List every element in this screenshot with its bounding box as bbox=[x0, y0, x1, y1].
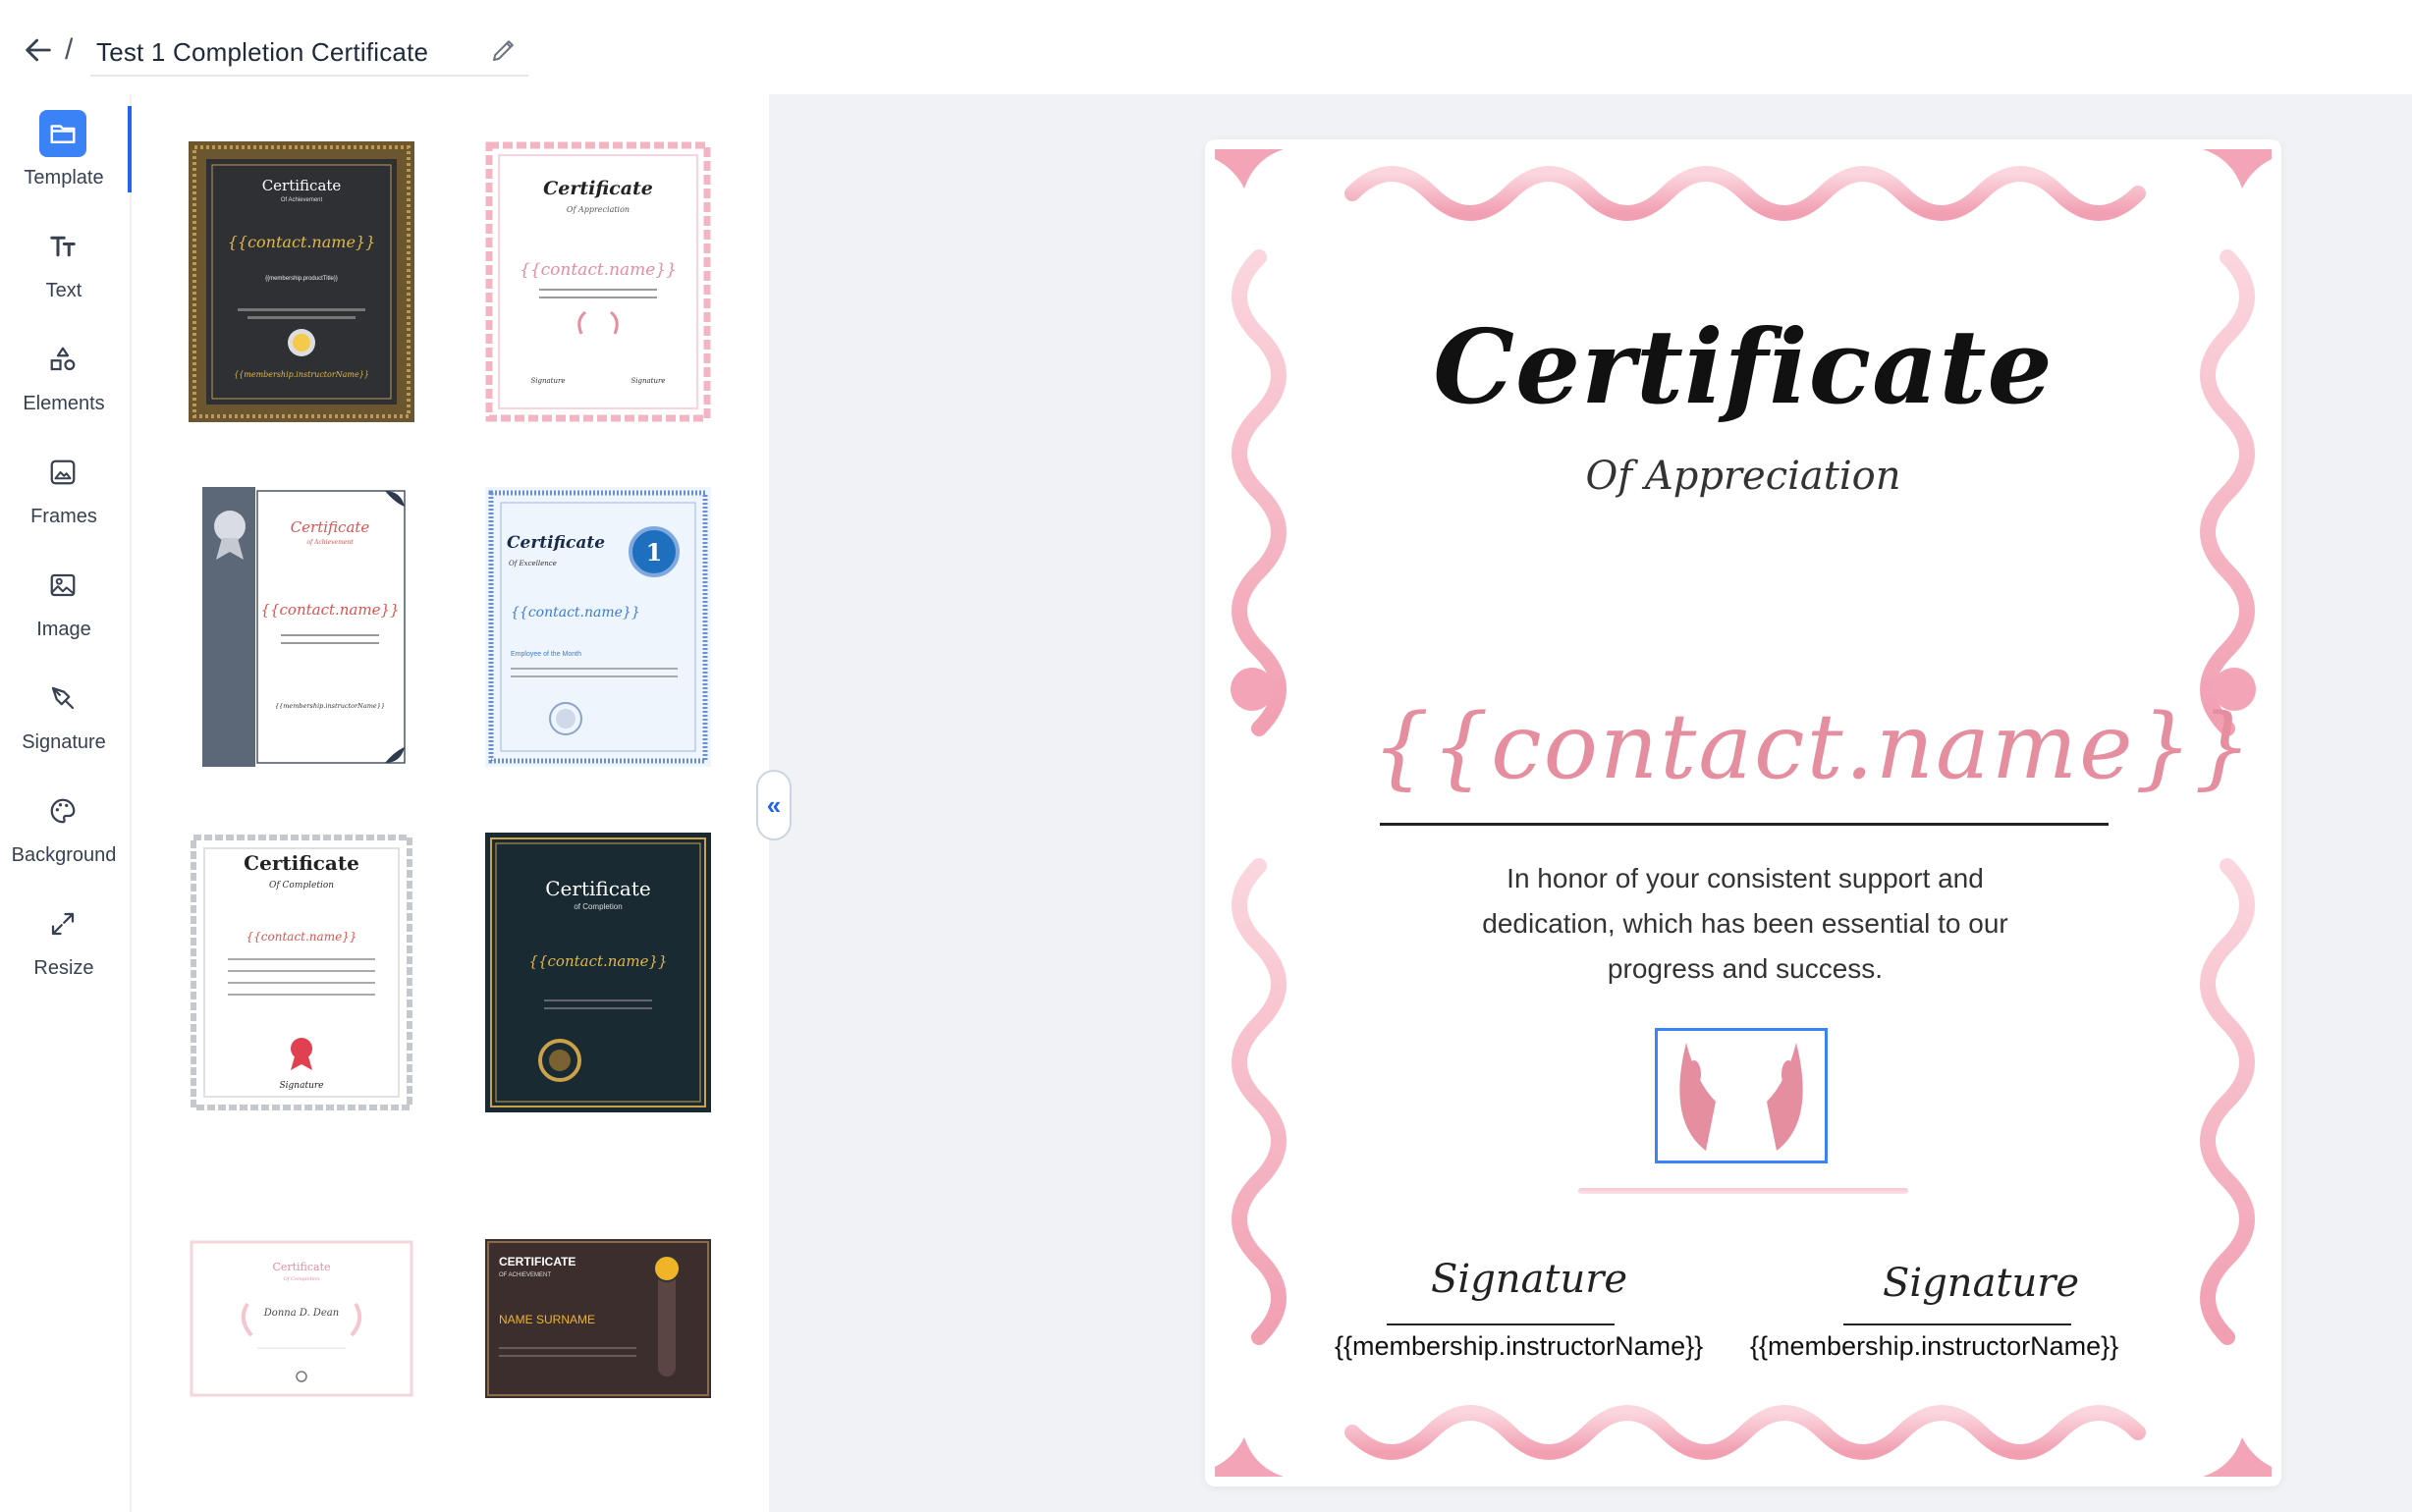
template-title: Certificate bbox=[272, 1261, 330, 1273]
signature-script-left[interactable]: Signature bbox=[1431, 1257, 1627, 1302]
template-subtitle: OF ACHIEVEMENT bbox=[499, 1272, 551, 1278]
template-sig: Signature bbox=[530, 377, 565, 385]
title-field[interactable]: Test 1 Completion Certificate bbox=[90, 27, 528, 77]
sidebar-item-label: Resize bbox=[33, 957, 94, 979]
template-sig: Signature bbox=[279, 1081, 323, 1091]
template-subtitle: of Completion bbox=[574, 902, 622, 911]
sidebar-item-resize[interactable]: Resize bbox=[0, 900, 128, 1002]
sidebar-item-label: Image bbox=[36, 619, 91, 640]
template-subtitle: Of Completion bbox=[269, 881, 334, 891]
template-sig: Signature bbox=[630, 377, 665, 385]
template-name: {{contact.name}} bbox=[228, 233, 376, 251]
template-title: Certificate bbox=[507, 533, 605, 553]
template-name: {{contact.name}} bbox=[511, 605, 640, 621]
sidebar-item-label: Signature bbox=[22, 731, 106, 753]
template-name: {{contact.name}} bbox=[520, 260, 677, 280]
template-signer: {{membership.instructorName}} bbox=[234, 370, 369, 379]
template-name: {{contact.name}} bbox=[247, 930, 357, 944]
template-title: Certificate bbox=[262, 177, 342, 194]
template-thumbnail[interactable]: Certificate Of Appreciation {{contact.na… bbox=[485, 141, 711, 422]
sidebar-item-label: Elements bbox=[23, 393, 105, 414]
signature-name-left[interactable]: {{membership.instructorName}} bbox=[1335, 1331, 1703, 1362]
breadcrumb-separator: / bbox=[65, 33, 74, 66]
tool-sidebar: Template Text Elements Frames Image Sign… bbox=[0, 94, 132, 1512]
signature-name-right[interactable]: {{membership.instructorName}} bbox=[1750, 1331, 2118, 1362]
template-thumbnail[interactable]: Certificate of Completion {{contact.name… bbox=[485, 833, 711, 1112]
active-indicator bbox=[128, 106, 132, 192]
template-name: {{contact.name}} bbox=[528, 952, 667, 970]
template-title: Certificate bbox=[291, 518, 370, 536]
certificate-title[interactable]: Certificate bbox=[1205, 306, 2281, 427]
edit-pencil-icon[interactable] bbox=[489, 35, 522, 69]
template-subtitle: Of Completion bbox=[284, 1276, 320, 1282]
template-title: Certificate bbox=[244, 851, 359, 875]
sidebar-item-label: Background bbox=[11, 844, 117, 866]
sidebar-item-label: Template bbox=[24, 167, 104, 189]
double-chevron-left-icon: « bbox=[766, 789, 782, 820]
template-signer: {{membership.instructorName}} bbox=[275, 702, 385, 710]
certificate-body-text[interactable]: In honor of your consistent support and … bbox=[1441, 856, 2050, 992]
template-subtitle: of Achievement bbox=[306, 539, 354, 546]
template-name: {{contact.name}} bbox=[260, 601, 399, 619]
top-bar: / Test 1 Completion Certificate bbox=[0, 0, 2412, 94]
collapse-panel-button[interactable]: « bbox=[756, 770, 792, 840]
app-root: / Test 1 Completion Certificate Template… bbox=[0, 0, 2412, 1512]
template-title: Certificate bbox=[545, 877, 650, 900]
name-underline bbox=[1380, 823, 2109, 826]
template-thumbnail[interactable]: Certificate of Achievement {{contact.nam… bbox=[202, 487, 409, 767]
sidebar-item-elements[interactable]: Elements bbox=[0, 336, 128, 438]
signature-line-right bbox=[1843, 1323, 2071, 1325]
folder-icon bbox=[39, 110, 86, 157]
text-size-icon bbox=[39, 223, 86, 270]
sidebar-item-text[interactable]: Text bbox=[0, 223, 128, 325]
template-title: Certificate bbox=[543, 178, 653, 199]
page-title[interactable]: Test 1 Completion Certificate bbox=[96, 37, 428, 68]
sidebar-item-image[interactable]: Image bbox=[0, 562, 128, 664]
back-arrow-icon[interactable] bbox=[22, 33, 55, 67]
signature-line-left bbox=[1387, 1323, 1615, 1325]
certificate-recipient-name[interactable]: {{contact.name}} bbox=[1372, 694, 2252, 799]
sidebar-item-background[interactable]: Background bbox=[0, 787, 128, 890]
resize-icon bbox=[39, 900, 86, 947]
template-thumbnail[interactable]: Certificate Of Excellence 1 {{contact.na… bbox=[485, 487, 711, 767]
template-subtitle: Of Appreciation bbox=[567, 205, 630, 214]
sidebar-item-template[interactable]: Template bbox=[0, 110, 128, 212]
certificate-subtitle[interactable]: Of Appreciation bbox=[1205, 454, 2281, 499]
decorative-divider bbox=[1578, 1188, 1908, 1194]
template-thumbnail[interactable]: Certificate Of Completion {{contact.name… bbox=[189, 833, 414, 1112]
template-thumbnail[interactable]: Certificate Of Achievement {{contact.nam… bbox=[189, 141, 414, 422]
sidebar-item-label: Frames bbox=[30, 506, 97, 527]
certificate-canvas[interactable]: Certificate Of Appreciation {{contact.na… bbox=[1205, 139, 2281, 1486]
sidebar-item-frames[interactable]: Frames bbox=[0, 449, 128, 551]
template-line: Employee of the Month bbox=[511, 651, 581, 658]
template-thumbnail[interactable]: Certificate Of Completion Donna D. Dean bbox=[189, 1239, 414, 1398]
template-subtitle: Of Achievement bbox=[281, 197, 323, 203]
template-name: Donna D. Dean bbox=[263, 1308, 339, 1319]
laurel-image-selected[interactable] bbox=[1655, 1028, 1828, 1163]
sidebar-item-signature[interactable]: Signature bbox=[0, 675, 128, 777]
template-badge: 1 bbox=[646, 538, 663, 567]
palette-icon bbox=[39, 787, 86, 835]
template-field: {{membership.productTitle}} bbox=[265, 276, 338, 282]
sidebar-item-label: Text bbox=[45, 280, 82, 301]
image-icon bbox=[39, 562, 86, 609]
signature-script-right[interactable]: Signature bbox=[1883, 1261, 2079, 1306]
template-subtitle: Of Excellence bbox=[509, 560, 557, 567]
template-name: NAME SURNAME bbox=[499, 1313, 595, 1326]
template-panel: Certificate Of Achievement {{contact.nam… bbox=[134, 94, 769, 1512]
template-thumbnail[interactable]: CERTIFICATE OF ACHIEVEMENT NAME SURNAME bbox=[485, 1239, 711, 1398]
frame-icon bbox=[39, 449, 86, 496]
template-title: CERTIFICATE bbox=[499, 1255, 576, 1269]
pen-icon bbox=[39, 675, 86, 722]
shapes-icon bbox=[39, 336, 86, 383]
